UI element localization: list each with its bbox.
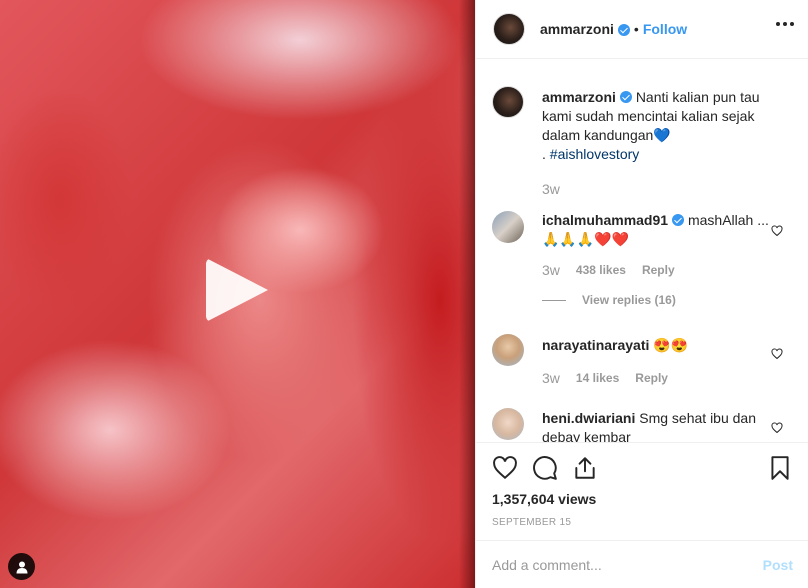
follow-button[interactable]: Follow: [643, 21, 687, 37]
post-actions: 1,357,604 views SEPTEMBER 15: [476, 442, 808, 528]
comment-item: heni.dwiariani Smg sehat ibu dan debay k…: [492, 408, 793, 442]
heart-icon[interactable]: [771, 422, 783, 434]
caption: ammarzoni Nanti kalian pun tau kami suda…: [492, 86, 793, 199]
instagram-post: ammarzoni • Follow ammarzoni Nanti kalia…: [0, 0, 808, 588]
view-replies-label: View replies (16): [582, 293, 676, 307]
comment-body: ichalmuhammad91 mashAllah ...🙏🙏🙏❤️❤️ 3w …: [542, 211, 774, 280]
comment-time[interactable]: 3w: [542, 369, 560, 388]
avatar[interactable]: [493, 13, 525, 45]
comment-likes[interactable]: 14 likes: [576, 369, 619, 388]
caption-username[interactable]: ammarzoni: [542, 89, 616, 105]
comments-list[interactable]: ammarzoni Nanti kalian pun tau kami suda…: [476, 60, 808, 442]
view-count[interactable]: 1,357,604 views: [492, 491, 793, 507]
comment-icon[interactable]: [532, 455, 558, 481]
post-sidebar: ammarzoni • Follow ammarzoni Nanti kalia…: [475, 0, 808, 588]
bookmark-icon[interactable]: [767, 455, 793, 481]
comment-username[interactable]: narayatinarayati: [542, 337, 649, 353]
caption-avatar[interactable]: [492, 86, 524, 118]
verified-badge-icon: [617, 24, 630, 36]
header-username[interactable]: ammarzoni: [540, 21, 614, 37]
verified-badge-icon: [619, 91, 632, 103]
replies-line: [542, 299, 566, 301]
hashtag-link[interactable]: #aishlovestory: [550, 146, 640, 162]
comment-body: heni.dwiariani Smg sehat ibu dan debay k…: [542, 409, 774, 442]
view-replies-button[interactable]: View replies (16): [542, 293, 793, 307]
heart-icon[interactable]: [771, 225, 783, 237]
post-date[interactable]: SEPTEMBER 15: [492, 517, 793, 528]
heart-icon[interactable]: [492, 455, 518, 481]
separator-dot: •: [633, 21, 639, 37]
caption-time[interactable]: 3w: [542, 180, 560, 199]
comment-username[interactable]: heni.dwiariani: [542, 410, 635, 426]
comment-time[interactable]: 3w: [542, 261, 560, 280]
verified-badge-icon: [672, 214, 685, 226]
user-silhouette: [16, 561, 27, 573]
comment-composer: Add a comment... Post: [476, 540, 808, 588]
comment-avatar[interactable]: [492, 211, 524, 243]
reply-button[interactable]: Reply: [635, 369, 668, 388]
share-icon[interactable]: [572, 455, 598, 481]
comment-meta: 3w 438 likes Reply: [542, 261, 774, 280]
comment-avatar[interactable]: [492, 334, 524, 366]
more-options-icon[interactable]: [776, 22, 794, 26]
post-button[interactable]: Post: [763, 557, 793, 573]
hashtag-prefix: .: [542, 146, 550, 162]
action-icons: [492, 453, 793, 483]
post-header: ammarzoni • Follow: [476, 0, 808, 59]
comment-item: ichalmuhammad91 mashAllah ...🙏🙏🙏❤️❤️ 3w …: [492, 211, 793, 280]
play-icon[interactable]: [206, 258, 268, 322]
comment-item: narayatinarayati 😍😍 3w 14 likes Reply: [492, 334, 793, 388]
comment-text: 😍😍: [653, 337, 689, 353]
caption-body: ammarzoni Nanti kalian pun tau kami suda…: [542, 88, 774, 199]
comment-body: narayatinarayati 😍😍 3w 14 likes Reply: [542, 336, 774, 388]
heart-icon[interactable]: [771, 348, 783, 360]
comment-input[interactable]: Add a comment...: [492, 557, 763, 573]
media-edge-shade: [459, 0, 475, 588]
comment-avatar[interactable]: [492, 408, 524, 440]
reply-button[interactable]: Reply: [642, 261, 675, 280]
comment-username[interactable]: ichalmuhammad91: [542, 212, 668, 228]
video-player[interactable]: [0, 0, 475, 588]
comment-likes[interactable]: 438 likes: [576, 261, 626, 280]
comment-meta: 3w 14 likes Reply: [542, 369, 774, 388]
user-tag-icon[interactable]: [8, 553, 35, 580]
caption-meta: 3w: [542, 180, 774, 199]
